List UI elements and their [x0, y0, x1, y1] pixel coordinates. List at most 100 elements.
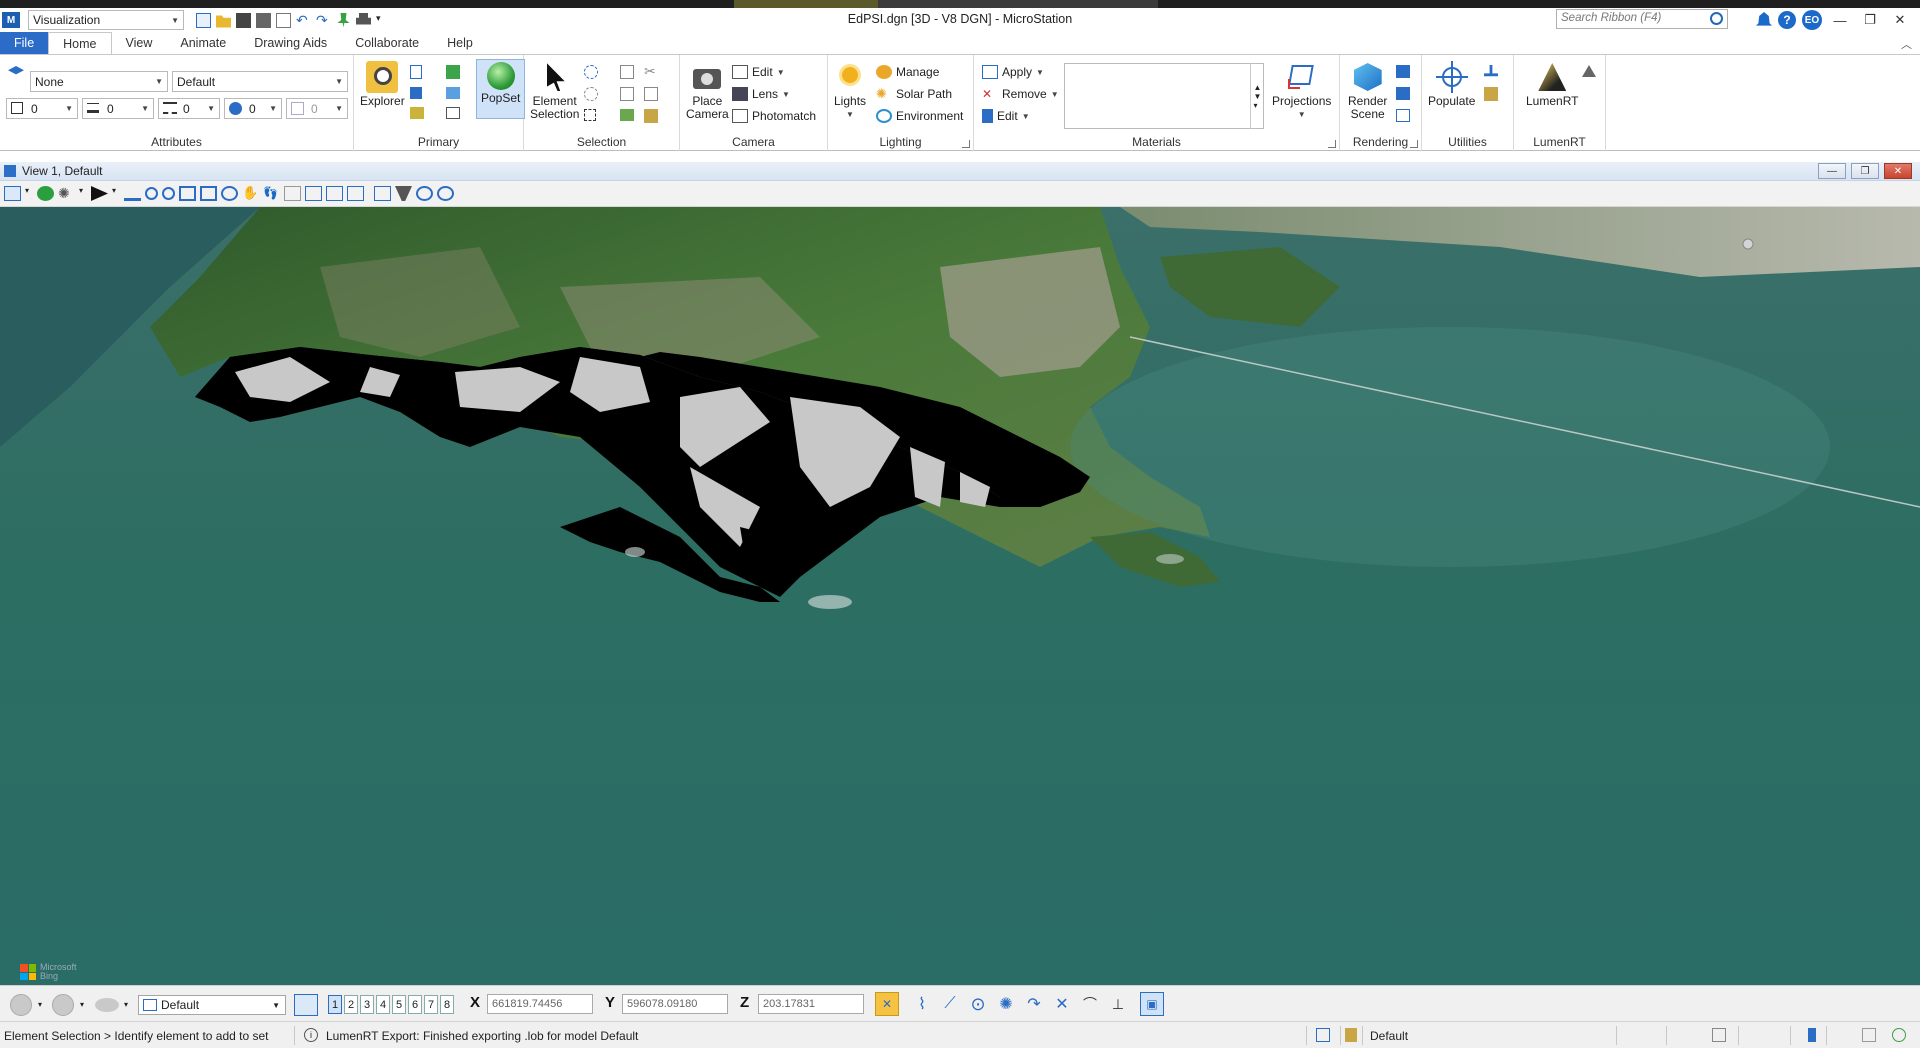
snap-status-icon[interactable]	[1316, 1028, 1330, 1042]
zoom-out-icon[interactable]	[162, 187, 175, 200]
chevron-down-icon[interactable]: ▾	[112, 186, 120, 201]
save-settings-icon[interactable]	[256, 12, 271, 28]
active-model-dropdown[interactable]: Default ▼	[138, 995, 286, 1015]
x-coordinate-field[interactable]: 661819.74456	[487, 994, 593, 1014]
models-icon[interactable]	[410, 87, 422, 99]
status-message[interactable]: LumenRT Export: Finished exporting .lob …	[326, 1029, 638, 1043]
search-ribbon-input[interactable]: Search Ribbon (F4)	[1556, 9, 1728, 29]
file-status-icon[interactable]	[1862, 1028, 1876, 1042]
walk-icon[interactable]: 👣	[263, 186, 280, 201]
snap-nearest-icon[interactable]: ⌇	[910, 992, 934, 1016]
tools-icon[interactable]	[1484, 87, 1498, 101]
line-style-dropdown[interactable]: 0 ▼	[158, 98, 220, 119]
select-lasso-icon[interactable]	[584, 87, 598, 101]
apply-material-button[interactable]: Apply ▼	[982, 65, 1044, 79]
rotate-view-icon[interactable]	[221, 186, 238, 201]
view-toggle-7[interactable]: 7	[424, 995, 438, 1014]
redo-icon[interactable]: ↷	[316, 13, 331, 28]
cloud-icon[interactable]	[95, 998, 119, 1012]
materials-dialog-launcher-icon[interactable]	[1328, 140, 1336, 148]
view-1-viewport[interactable]: Microsoft Bing	[0, 207, 1920, 985]
clip-volume-icon[interactable]	[1396, 109, 1410, 122]
transparency-dropdown[interactable]: 0 ▼	[224, 98, 282, 119]
view-minimize-button[interactable]: —	[1818, 163, 1846, 179]
lights-button[interactable]: Lights ▼	[834, 61, 866, 121]
view-close-button[interactable]: ✕	[1884, 163, 1912, 179]
collapse-ribbon-icon[interactable]: ︿	[1901, 36, 1912, 52]
solar-path-button[interactable]: ✺ Solar Path	[876, 87, 952, 101]
level-dropdown[interactable]: None ▼	[30, 71, 168, 92]
view-groups-icon[interactable]	[294, 994, 318, 1016]
select-all-icon[interactable]	[620, 65, 634, 79]
display-style-icon[interactable]	[37, 186, 54, 201]
photomatch-button[interactable]: Photomatch	[732, 109, 816, 123]
references-icon[interactable]	[446, 65, 460, 79]
manage-lights-button[interactable]: Manage	[876, 65, 939, 79]
view-toggle-8[interactable]: 8	[440, 995, 454, 1014]
sync-icon[interactable]	[1808, 1028, 1816, 1042]
properties-icon[interactable]	[410, 65, 422, 79]
snap-tangent-icon[interactable]: ↷	[1022, 992, 1046, 1016]
compress-icon[interactable]	[276, 12, 291, 28]
lumenrt-button[interactable]: LumenRT	[1526, 61, 1578, 108]
remove-material-button[interactable]: ✕ Remove ▼	[982, 87, 1059, 101]
snap-mode-active-icon[interactable]: ▣	[1140, 992, 1164, 1016]
search-icon[interactable]	[1710, 12, 1723, 25]
view-previous-undo-icon[interactable]	[284, 186, 301, 201]
view-window-titlebar[interactable]: View 1, Default — ❐ ✕	[0, 162, 1920, 181]
stamp-icon[interactable]	[1484, 65, 1498, 77]
paste-icon[interactable]	[644, 109, 658, 123]
view-next-icon[interactable]	[305, 186, 322, 201]
customize-qat-icon[interactable]: ▾	[376, 13, 391, 28]
view-settings-icon[interactable]	[416, 186, 433, 201]
view-target-marker[interactable]	[1742, 238, 1754, 250]
new-file-icon[interactable]	[196, 12, 211, 28]
render-view-icon[interactable]	[437, 186, 454, 201]
view-attributes-icon[interactable]	[4, 186, 21, 201]
view-toggle-4[interactable]: 4	[376, 995, 390, 1014]
pin-icon[interactable]	[337, 12, 350, 28]
chevron-down-icon[interactable]: ▾	[79, 186, 87, 201]
view-toggle-1[interactable]: 1	[328, 995, 342, 1014]
snap-keypoint-icon[interactable]: ⟋	[938, 992, 962, 1016]
help-icon[interactable]: ?	[1778, 11, 1796, 29]
rendering-dialog-launcher-icon[interactable]	[1410, 140, 1418, 148]
chevron-down-icon[interactable]: ▾	[38, 1000, 42, 1009]
open-folder-icon[interactable]	[216, 15, 231, 28]
design-history-icon[interactable]	[1712, 1028, 1726, 1042]
tab-home[interactable]: Home	[48, 32, 112, 54]
select-by-circle-icon[interactable]	[584, 65, 598, 79]
y-coordinate-field[interactable]: 596078.09180	[622, 994, 728, 1014]
select-group-icon[interactable]	[620, 109, 634, 121]
select-inverse-icon[interactable]	[620, 87, 634, 101]
projections-button[interactable]: Projections ▼	[1272, 61, 1331, 121]
minimize-window-icon[interactable]: —	[1828, 13, 1852, 28]
lumenrt-export-icon[interactable]	[1582, 65, 1596, 77]
undo-icon[interactable]: ↶	[296, 13, 311, 28]
place-camera-button[interactable]: Place Camera	[686, 61, 729, 121]
pan-view-icon[interactable]: ✋	[242, 186, 259, 201]
tab-file[interactable]: File	[0, 32, 49, 54]
snap-origin-icon[interactable]: ✺	[994, 992, 1018, 1016]
tab-view[interactable]: View	[112, 32, 167, 54]
workflow-select[interactable]: Visualization ▼	[28, 10, 184, 30]
lighting-dialog-launcher-icon[interactable]	[962, 140, 970, 148]
chevron-down-icon[interactable]: ▾	[25, 186, 33, 201]
copy-view-icon[interactable]	[347, 186, 364, 201]
update-view-icon[interactable]	[124, 186, 141, 201]
accusnap-x-icon[interactable]: ✕	[875, 992, 899, 1016]
copy-icon[interactable]	[644, 87, 658, 101]
clip-mask-icon[interactable]	[395, 186, 412, 201]
priority-dropdown[interactable]: 0 ▼	[286, 98, 348, 119]
select-block-icon[interactable]	[584, 109, 596, 121]
explorer-button[interactable]: Explorer	[360, 61, 405, 108]
raster-manager-icon[interactable]	[446, 87, 460, 99]
environment-button[interactable]: Environment	[876, 109, 963, 123]
microstation-logo-icon[interactable]: M	[2, 12, 20, 28]
zoom-in-icon[interactable]	[145, 187, 158, 200]
tab-help[interactable]: Help	[433, 32, 487, 54]
popset-button[interactable]: PopSet	[476, 59, 526, 119]
back-icon[interactable]	[10, 994, 32, 1016]
save-icon[interactable]	[236, 12, 251, 28]
z-coordinate-field[interactable]: 203.17831	[758, 994, 864, 1014]
